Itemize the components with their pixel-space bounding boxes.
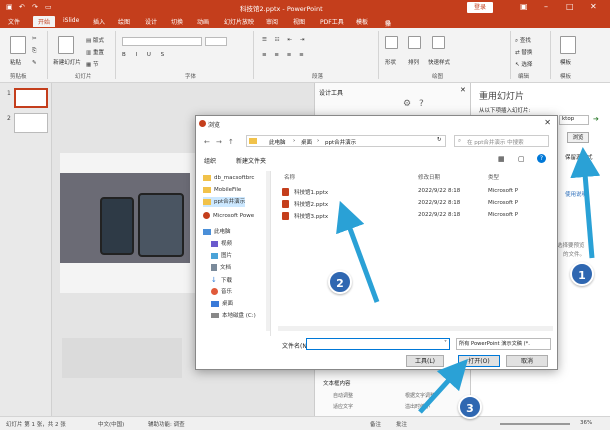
callout-badge-2: 2 <box>328 270 352 294</box>
callout-badge-3: 3 <box>458 395 482 419</box>
arrow-2 <box>336 200 380 303</box>
arrow-1 <box>570 147 601 259</box>
annotation-arrows <box>336 147 601 414</box>
callout-badge-1: 1 <box>570 262 594 286</box>
arrow-3 <box>418 358 469 414</box>
